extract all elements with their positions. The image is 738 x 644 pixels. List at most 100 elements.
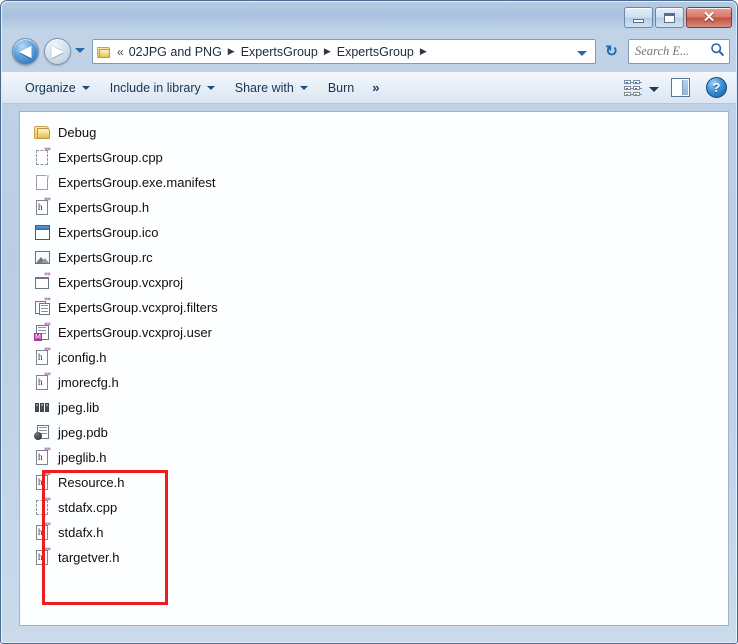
- address-dropdown-button[interactable]: [573, 43, 593, 61]
- file-list-item[interactable]: jpeg.lib: [20, 395, 728, 420]
- file-list-item[interactable]: h ** jpeglib.h: [20, 445, 728, 470]
- chevron-down-icon: [299, 85, 308, 90]
- search-input[interactable]: [633, 43, 709, 60]
- file-list-item[interactable]: ** ExpertsGroup.vcxproj.filters: [20, 295, 728, 320]
- preview-pane-icon[interactable]: [671, 78, 690, 97]
- search-icon[interactable]: [710, 42, 725, 62]
- back-arrow-icon: ◀: [19, 43, 32, 60]
- header-file-icon: h **: [34, 472, 51, 491]
- vcxproj-file-icon: **: [34, 272, 51, 291]
- file-name-label: ExpertsGroup.exe.manifest: [58, 175, 216, 190]
- file-name-label: Debug: [58, 125, 97, 140]
- maximize-icon: [664, 12, 675, 23]
- forward-arrow-icon: ▶: [51, 43, 64, 60]
- cpp-file-icon: **: [34, 147, 51, 166]
- file-list-item[interactable]: h ** jmorecfg.h: [20, 370, 728, 395]
- change-view-icon[interactable]: [624, 79, 642, 96]
- manifest-file-icon: [34, 174, 51, 191]
- breadcrumb-item-1[interactable]: 02JPG and PNG: [128, 43, 223, 61]
- address-toolbar: ◀ ▶ « 02JPG and PNG ▶ ExpertsGroup ▶ Exp…: [2, 32, 736, 72]
- file-list-item[interactable]: h ** ExpertsGroup.h: [20, 195, 728, 220]
- refresh-button[interactable]: ↻: [599, 39, 624, 64]
- chevron-down-icon: [577, 50, 587, 56]
- file-list-item[interactable]: ExpertsGroup.ico: [20, 220, 728, 245]
- resource-script-icon: [34, 249, 51, 266]
- file-list-item[interactable]: ExpertsGroup.rc: [20, 245, 728, 270]
- file-name-label: Resource.h: [58, 475, 125, 490]
- toolbar-organize[interactable]: Organize: [15, 76, 100, 100]
- forward-button[interactable]: ▶: [44, 38, 71, 65]
- pdb-file-icon: [34, 424, 51, 441]
- header-file-icon: h **: [34, 197, 51, 216]
- close-button[interactable]: ✕: [686, 7, 732, 28]
- help-button[interactable]: ?: [706, 77, 727, 98]
- file-name-label: ExpertsGroup.vcxproj: [58, 275, 183, 290]
- file-name-label: targetver.h: [58, 550, 120, 565]
- file-list-pane[interactable]: Debug ** ExpertsGroup.cpp ExpertsGroup.exe.…: [19, 111, 729, 626]
- vcxproj-filters-icon: **: [34, 297, 51, 316]
- header-file-icon: h **: [34, 372, 51, 391]
- folder-icon: [96, 45, 112, 59]
- chevron-down-icon: [81, 85, 90, 90]
- header-file-icon: h **: [34, 447, 51, 466]
- file-list-item[interactable]: h ** stdafx.h: [20, 520, 728, 545]
- file-list-item[interactable]: ExpertsGroup.exe.manifest: [20, 170, 728, 195]
- vcxproj-user-icon: M **: [34, 321, 51, 341]
- lib-file-icon: [34, 399, 51, 416]
- file-name-label: ExpertsGroup.vcxproj.filters: [58, 300, 218, 315]
- minimize-icon: [633, 18, 644, 23]
- refresh-icon: ↻: [605, 43, 618, 60]
- file-name-label: ExpertsGroup.h: [58, 200, 150, 215]
- header-file-icon: h **: [34, 547, 51, 566]
- toolbar-burn[interactable]: Burn: [318, 76, 364, 100]
- file-name-label: jpeglib.h: [58, 450, 107, 465]
- file-name-label: jpeg.lib: [58, 400, 100, 415]
- chevron-down-icon: [75, 48, 85, 53]
- toolbar-overflow-button[interactable]: »: [364, 80, 387, 95]
- close-icon: ✕: [702, 9, 716, 26]
- maximize-button[interactable]: [655, 7, 684, 28]
- change-view-dropdown-button[interactable]: [649, 79, 659, 97]
- file-list-item[interactable]: Debug: [20, 120, 728, 145]
- breadcrumb-separator-icon[interactable]: ▶: [324, 47, 331, 56]
- toolbar-burn-label: Burn: [327, 80, 355, 95]
- command-toolbar: Organize Include in library Share with B…: [2, 72, 736, 104]
- file-list-item[interactable]: ** ExpertsGroup.cpp: [20, 145, 728, 170]
- cpp-file-icon: **: [34, 497, 51, 516]
- breadcrumb-separator-icon[interactable]: ▶: [420, 47, 427, 56]
- breadcrumb-separator-icon[interactable]: ▶: [228, 47, 235, 56]
- breadcrumb-overflow-icon[interactable]: «: [117, 45, 124, 59]
- search-box[interactable]: [628, 39, 730, 64]
- file-list-item[interactable]: h ** targetver.h: [20, 545, 728, 570]
- title-bar[interactable]: ✕: [2, 2, 736, 32]
- help-icon: ?: [712, 80, 721, 95]
- file-list-item[interactable]: ** ExpertsGroup.vcxproj: [20, 270, 728, 295]
- chevron-down-icon: [649, 86, 659, 92]
- file-name-label: ExpertsGroup.ico: [58, 225, 159, 240]
- header-file-icon: h **: [34, 347, 51, 366]
- file-list-item[interactable]: M ** ExpertsGroup.vcxproj.user: [20, 320, 728, 345]
- file-name-label: jpeg.pdb: [58, 425, 108, 440]
- recent-pages-button[interactable]: [75, 48, 87, 56]
- header-file-icon: h **: [34, 522, 51, 541]
- folder-icon: [34, 124, 51, 141]
- breadcrumb-item-2[interactable]: ExpertsGroup: [240, 43, 319, 61]
- file-list-item[interactable]: jpeg.pdb: [20, 420, 728, 445]
- file-list-item[interactable]: ** stdafx.cpp: [20, 495, 728, 520]
- toolbar-share-with[interactable]: Share with: [225, 76, 318, 100]
- file-list-item[interactable]: h ** jconfig.h: [20, 345, 728, 370]
- file-name-label: jmorecfg.h: [58, 375, 119, 390]
- back-button[interactable]: ◀: [12, 38, 39, 65]
- ico-file-icon: [34, 224, 51, 241]
- file-list-item[interactable]: h ** Resource.h: [20, 470, 728, 495]
- file-list: Debug ** ExpertsGroup.cpp ExpertsGroup.exe.…: [20, 112, 728, 570]
- address-bar[interactable]: « 02JPG and PNG ▶ ExpertsGroup ▶ Experts…: [92, 39, 596, 64]
- toolbar-share-with-label: Share with: [234, 80, 294, 95]
- minimize-button[interactable]: [624, 7, 653, 28]
- file-name-label: stdafx.cpp: [58, 500, 118, 515]
- file-name-label: stdafx.h: [58, 525, 104, 540]
- breadcrumb-item-3[interactable]: ExpertsGroup: [336, 43, 415, 61]
- toolbar-include-in-library[interactable]: Include in library: [100, 76, 225, 100]
- file-name-label: jconfig.h: [58, 350, 107, 365]
- window-controls: ✕: [624, 7, 732, 28]
